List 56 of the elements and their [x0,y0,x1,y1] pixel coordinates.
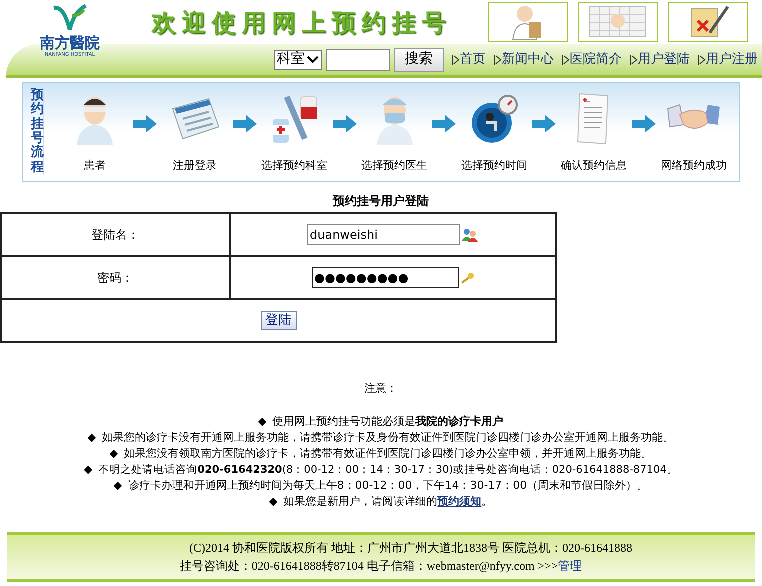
password-field[interactable]: ●●●●●●●●● [312,267,458,288]
nav-link[interactable]: 用户注册 [698,50,758,70]
bullet: ◆ [258,414,267,430]
notice-text: 如果您没有领取南方医院的诊疗卡，请携带有效证件到医院门诊四楼门诊办公室申领，并开通网上服务功能。 [124,446,652,462]
calendar-icon [588,5,648,39]
footer-copyright: (C)2014 协和医院版权所有 地址：广州市广州大道北1838号 医院总机：020-61641888 [190,540,632,557]
notice-title: 注意： [364,381,398,397]
bullet: ◆ [84,462,93,478]
nav-link[interactable]: 新闻中心 [494,50,554,70]
username-label: 登陆名： [1,213,230,256]
pointer-icon [494,54,502,66]
logo-text: 南方醫院 [40,34,100,52]
nav-link[interactable]: 用户登陆 [630,50,690,70]
step-label: 注册登录 [172,158,217,174]
notice-text: 如果您的诊疗卡没有开通网上服务功能，请携带诊疗卡及身份有效证件到医院门诊四楼门诊办公室开通网上服务功能。 [102,430,674,446]
notice-link[interactable]: 预约须知 [438,495,482,508]
username-field[interactable]: duanweishi [307,224,460,245]
step-label: 网络预约成功 [661,158,728,174]
arrow-icon [631,114,658,134]
arrow-icon [431,114,458,134]
nav-link[interactable]: 医院简介 [562,50,622,70]
nav-link[interactable]: 首页 [452,50,486,70]
step-label: 患者 [84,158,106,174]
admin-link[interactable]: 管理 [558,559,582,573]
chevron-down-icon [307,56,319,64]
notice-text: 如果您是新用户，请阅读详细的预约须知。 [284,494,493,510]
step-label: 确认预约信息 [561,158,628,174]
step-label: 选择预约时间 [461,158,528,174]
department-select[interactable]: 科室 [274,50,322,70]
search-field[interactable] [326,48,390,70]
bullet: ◆ [269,494,278,510]
login-button[interactable]: 登陆 [260,311,296,330]
pointer-icon [452,54,460,66]
pointer-icon [630,54,638,66]
notice-text: 不明之处请电话咨询020-61642320(8：00-12：00；14：30-17：30)或挂号处咨询电话：020-61641888-87104。 [98,463,678,478]
password-label: 密码： [1,256,230,299]
notice-text: 诊疗卡办理和开通网上预约时间为每天上午8：00-12：00，下午14：30-17：00（周末和节假日除外）。 [128,478,648,494]
notice-text: 使用网上预约挂号功能必须是我院的诊疗卡用户 [272,414,504,430]
process-label: 预约挂号流程 [31,89,44,175]
key-icon [460,272,474,284]
banner-title: 欢迎使用网上预约挂号 [152,8,452,38]
arrow-icon [132,114,158,134]
bullet: ◆ [110,446,118,462]
step-label: 选择预约科室 [262,158,328,174]
users-icon [462,228,479,242]
bullet: ◆ [114,478,122,494]
pointer-icon [698,54,706,66]
bullet: ◆ [88,430,96,446]
step-label: 选择预约医生 [362,158,428,174]
arrow-icon [332,114,358,134]
search-button[interactable]: 搜索 [394,48,444,72]
login-title: 预约挂号用户登陆 [332,193,430,210]
arrow-icon [531,114,558,134]
footer-contact: 挂号咨询处：020-61641888转87104 电子信箱：webmaster@nfyy.com >>>管理 [180,558,582,575]
arrow-icon [232,114,258,134]
pointer-icon [562,54,570,66]
